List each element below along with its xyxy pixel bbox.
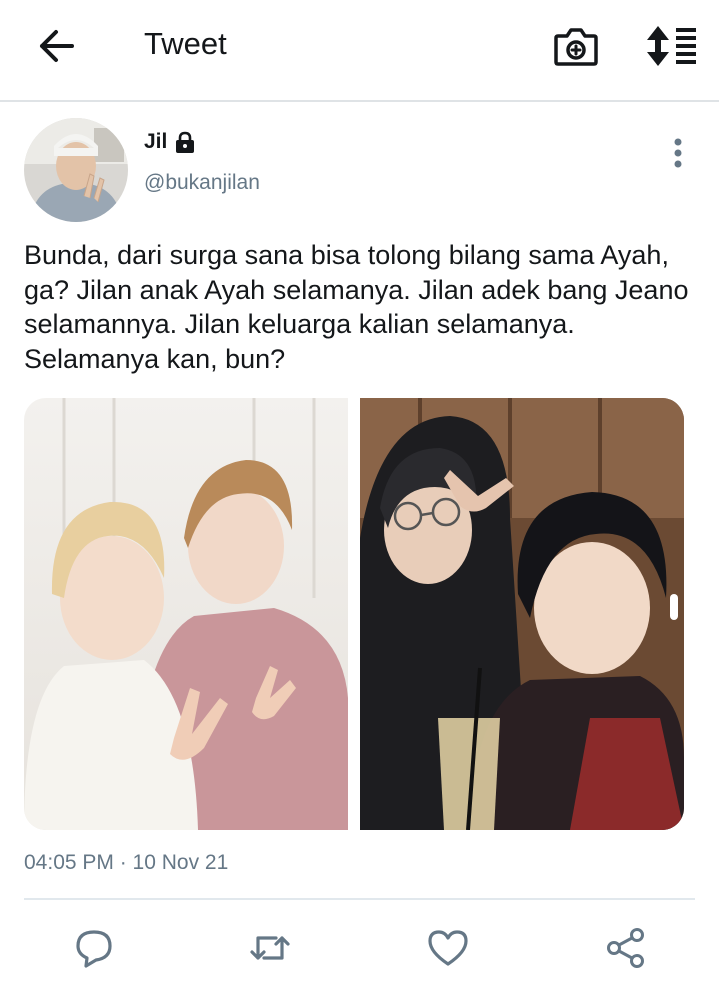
camera-button[interactable]	[553, 24, 599, 68]
back-button[interactable]	[34, 26, 78, 66]
divider	[24, 898, 695, 900]
like-button[interactable]	[426, 926, 470, 970]
sort-icon	[647, 26, 696, 66]
retweet-icon	[250, 936, 290, 960]
tweet-photo[interactable]	[360, 398, 684, 830]
top-app-bar: Tweet	[0, 0, 719, 102]
more-vertical-icon	[674, 138, 682, 168]
reply-icon	[76, 930, 112, 968]
share-button[interactable]	[604, 926, 648, 970]
retweet-button[interactable]	[248, 926, 292, 970]
sort-button[interactable]	[645, 24, 699, 68]
user-handle[interactable]: @bukanjilan	[144, 171, 260, 195]
display-name: Jil	[144, 130, 168, 153]
like-icon	[428, 930, 468, 966]
media-grid	[24, 398, 684, 830]
tweet-photo[interactable]	[24, 398, 348, 830]
tweet-text: Bunda, dari surga sana bisa tolong bilan…	[24, 240, 689, 374]
arrow-left-icon	[40, 30, 74, 62]
camera-add-icon	[554, 28, 598, 66]
page-title: Tweet	[144, 26, 227, 61]
tweet-timestamp: 04:05 PM · 10 Nov 21	[24, 851, 229, 874]
more-options-button[interactable]	[664, 134, 692, 172]
avatar[interactable]	[24, 118, 128, 222]
lock-icon	[176, 131, 194, 153]
share-icon	[607, 928, 644, 968]
reply-button[interactable]	[72, 926, 116, 970]
